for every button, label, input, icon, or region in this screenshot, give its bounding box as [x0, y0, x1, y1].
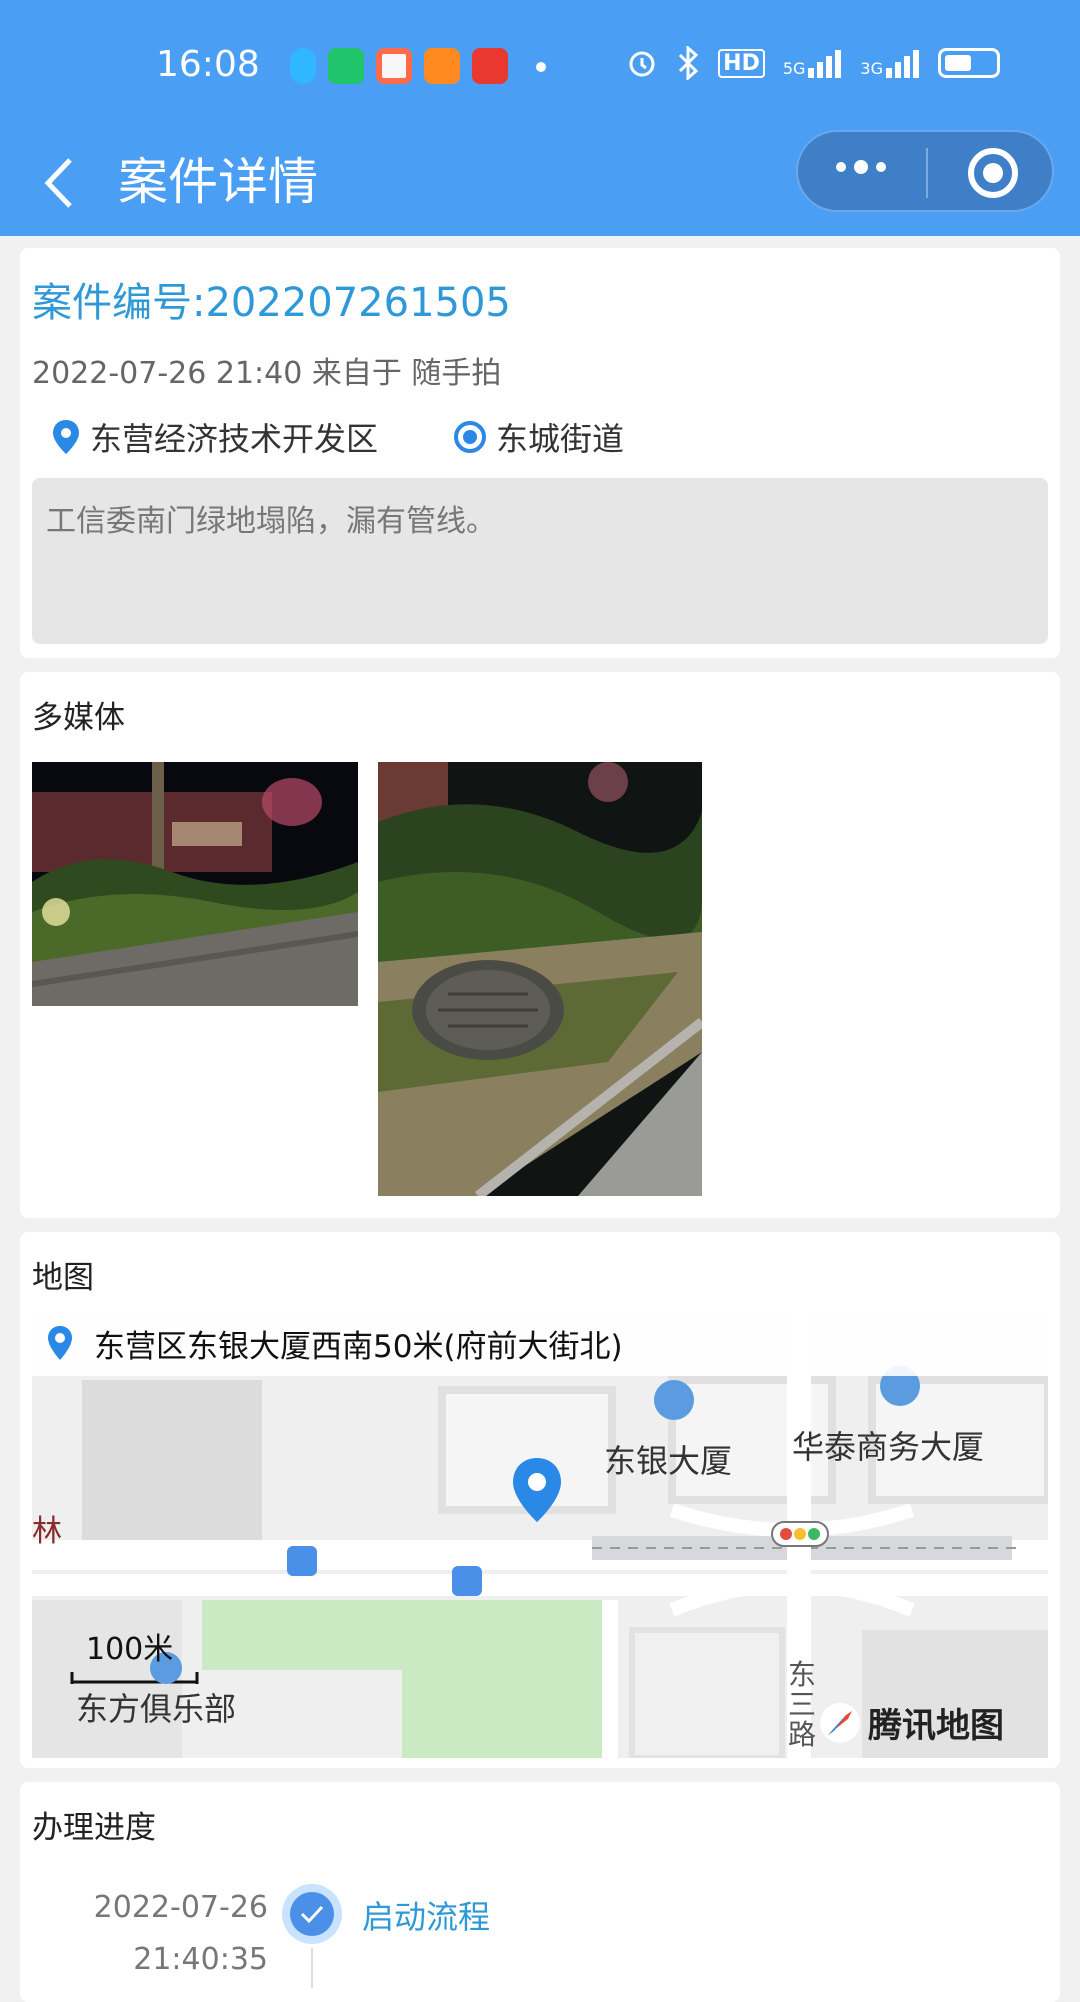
map-label-huatai: 华泰商务大厦 [792, 1428, 985, 1466]
bluetooth-icon [679, 46, 699, 80]
alarm-icon [629, 51, 655, 77]
signal-5g: 5G [783, 48, 843, 78]
hd-label: HD [718, 48, 765, 78]
status-time: 16:08 [156, 44, 260, 85]
toutiao-icon [472, 48, 508, 84]
system-status: HD 5G 3G [626, 46, 1000, 80]
signal-bars-icon [886, 50, 919, 78]
more-options-button[interactable] [836, 160, 886, 174]
tencent-map-logo: 腾讯地图 [818, 1698, 1004, 1747]
media-photo-2[interactable] [378, 762, 702, 1196]
case-description: 工信委南门绿地塌陷，漏有管线。 [32, 478, 1048, 644]
progress-step-date: 2022-07-26 [93, 1890, 268, 1925]
page-title: 案件详情 [118, 153, 318, 211]
photo-manhole-cover [378, 762, 702, 1196]
media-card: 多媒体 [20, 672, 1060, 1218]
map-location-pin-icon [513, 1458, 561, 1522]
map-label-lin: 林 [32, 1514, 62, 1549]
uc-browser-icon [424, 48, 460, 84]
map-label-road: 东三路 [788, 1658, 817, 1751]
location-pin-icon [48, 1326, 72, 1360]
more-notifications-icon [536, 62, 546, 72]
battery-icon [938, 48, 1000, 78]
location-pin-icon [53, 420, 79, 454]
street-tag: 东城街道 [452, 414, 624, 460]
signal-bars-icon [808, 50, 842, 78]
close-miniprogram-button[interactable] [968, 148, 1018, 198]
district-label: 东营经济技术开发区 [90, 420, 379, 458]
game-icon [376, 48, 412, 84]
map-label-dongyin: 东银大厦 [604, 1442, 733, 1480]
progress-section-title: 办理进度 [32, 1810, 156, 1846]
dot-icon [876, 162, 886, 172]
progress-step-datetime: 2022-07-26 21:40:35 [86, 1882, 268, 1986]
street-label: 东城街道 [496, 420, 625, 458]
district-tag: 东营经济技术开发区 [50, 414, 378, 460]
tencent-map-label: 腾讯地图 [868, 1706, 1004, 1746]
map-address: 东营区东银大厦西南50米(府前大街北) [94, 1328, 623, 1365]
map-address-bar: 东营区东银大厦西南50米(府前大街北) [32, 1310, 1048, 1376]
progress-step-time: 21:40:35 [133, 1942, 268, 1977]
map-card: 地图 东银大厦 华泰商务大厦 林 100米 东方俱乐部 东三路 腾讯地图 东营区… [20, 1232, 1060, 1768]
map-view[interactable]: 东银大厦 华泰商务大厦 林 100米 东方俱乐部 东三路 腾讯地图 东营区东银大… [32, 1310, 1048, 1758]
qq-icon [290, 48, 316, 84]
dot-icon [836, 162, 846, 172]
progress-card: 办理进度 2022-07-26 21:40:35 启动流程 [20, 1782, 1060, 2002]
wechat-icon [328, 48, 364, 84]
photo-night-garden [32, 762, 358, 1006]
map-scale-label: 100米 [86, 1632, 174, 1667]
media-photo-1[interactable] [32, 762, 358, 1006]
case-number: 案件编号:202207261505 [32, 280, 511, 326]
checkmark-icon [300, 1905, 324, 1924]
status-bar: 16:08 HD 5G 3G [0, 0, 1080, 130]
timeline-line [311, 1948, 313, 1988]
map-label-club: 东方俱乐部 [76, 1690, 237, 1728]
map-section-title: 地图 [32, 1260, 94, 1296]
case-meta: 2022-07-26 21:40 来自于 随手拍 [32, 356, 502, 391]
compass-icon [820, 1702, 860, 1743]
notification-icons [290, 48, 546, 84]
back-arrow-icon[interactable] [40, 156, 80, 210]
case-info-card: 案件编号:202207261505 2022-07-26 21:40 来自于 随… [20, 248, 1060, 658]
progress-step-label: 启动流程 [362, 1898, 491, 1936]
capsule-divider [926, 148, 928, 198]
dot-icon [854, 160, 868, 174]
signal-3g: 3G [860, 48, 920, 78]
media-section-title: 多媒体 [32, 700, 125, 736]
target-location-icon [454, 421, 486, 453]
